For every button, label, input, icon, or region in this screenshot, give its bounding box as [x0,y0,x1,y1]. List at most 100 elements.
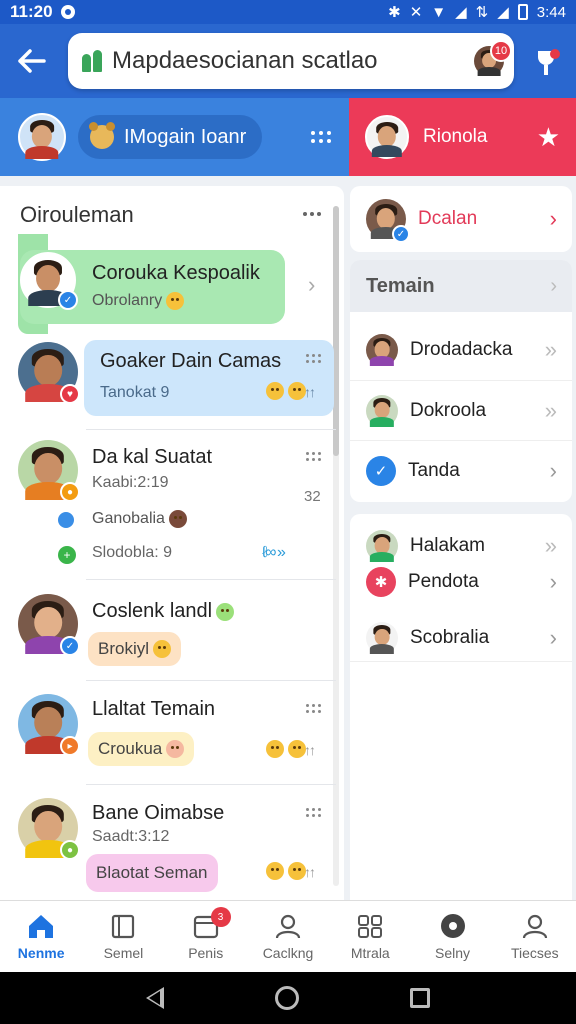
chat-count: 32 [304,488,321,505]
chevron-right-icon: › [549,457,557,483]
chat-name: Coslenk landl [92,600,235,623]
chat-bubble-icon [58,512,74,528]
bottom-navigation: Nenme Semel 3 Penis Caclkng Mtrala Selny… [0,900,576,972]
add-icon: + [58,546,76,564]
user-avatar[interactable] [18,113,66,161]
list-item[interactable]: ♥ Goaker Dain Camas Tanokat 9 ↑↑ [0,340,334,422]
search-text: Mapdaesocianan scatlao [112,47,378,74]
avatar[interactable]: ✓ [20,252,78,310]
list-item[interactable]: ● Da kal Suatat Kaabi:2:19 32 Ganobalia … [0,436,334,576]
battery-icon [517,4,528,20]
right-top-label: Dcalan [418,208,478,229]
search-bar[interactable]: Mapdaesocianan scatlao 10 [68,33,514,89]
system-back-icon[interactable] [145,987,164,1009]
double-check-icon: ↑↑ [304,864,316,880]
profile-avatar[interactable]: 10 [474,40,512,76]
status-bar: 11:20 ✱ ✕ ▼ ◢ ⇅ ◢ 3:44 [0,0,576,24]
chat-line3: Slodobla: 9 [92,544,173,561]
chevron-right-icon: › [549,569,557,594]
status-badge-icon: ● [60,840,80,860]
right-list-label: Dokroola [410,399,487,421]
right-list-item[interactable]: Scobralia › [350,614,572,662]
grid-menu-icon[interactable] [311,131,331,143]
avatar[interactable]: ▸ [18,694,80,756]
nav-semel[interactable]: Semel [82,901,164,972]
nav-home[interactable]: Nenme [0,901,82,972]
right-section-title: Temain › [350,260,572,312]
bear-icon [89,122,115,149]
chat-bubble[interactable]: Croukua [88,732,195,766]
wifi-icon: ▼ [431,3,447,21]
chat-line2: Ganobalia [92,510,187,528]
avatar [366,334,398,366]
home-icon [29,914,54,938]
chevron-right-icon[interactable]: › [308,272,315,298]
right-list-item[interactable]: Halakam » [350,526,572,566]
nav-caclkng[interactable]: Caclkng [247,901,329,972]
drag-handle-icon[interactable] [306,808,322,817]
chevron-right-icon: » [544,397,557,423]
signal-2-icon: ◢ [497,4,509,21]
star-icon[interactable]: ★ [537,122,560,153]
play-badge-icon: ▸ [60,736,80,756]
chat-bubble[interactable]: Brokiyl [88,632,182,666]
chat-list-title: Oirouleman [20,202,134,227]
chat-bubble[interactable]: Blaotat Seman [86,854,218,892]
right-list-item[interactable]: Dokroola » [350,380,572,440]
drag-handle-icon[interactable] [306,354,322,363]
group-pill-label: IMogain Ioanr [124,125,247,148]
system-recents-icon[interactable] [410,988,431,1008]
heart-badge-icon: ♥ [60,384,80,404]
chat-time: Kaabi:2:19 [92,474,169,491]
more-options-icon[interactable] [303,212,323,216]
app-logo-icon [82,50,104,72]
reaction-icons [262,862,306,880]
right-top-item[interactable]: ✓ Dcalan › [350,194,572,244]
status-icons: ✱ ✕ ▼ ◢ ⇅ ◢ 3:44 [388,3,566,22]
notification-dot-icon [60,5,75,19]
contact-avatar[interactable] [365,115,409,159]
avatar[interactable]: ● [18,440,80,502]
right-second-card: Halakam » ✱ Pendota › Scobralia › [350,514,572,900]
system-home-icon[interactable] [274,986,299,1010]
verified-badge-icon: ✓ [60,636,80,656]
nav-badge: 3 [210,907,231,927]
avatar[interactable]: ✓ [18,594,80,656]
notification-badge: 10 [490,40,512,62]
right-list-item[interactable]: ✓ Tanda › [350,440,572,500]
chat-name: Corouka Kespoalik [92,262,260,284]
back-arrow-icon[interactable] [12,41,52,81]
nav-penis[interactable]: 3 Penis [165,901,247,972]
nav-tiecses[interactable]: Tiecses [494,901,576,972]
nav-selny[interactable]: Selny [411,901,493,972]
chat-preview: Tanokat 9 [100,384,170,401]
chevron-right-icon: » [544,533,557,558]
apps-icon [358,914,383,938]
group-pill[interactable]: IMogain Ioanr [78,115,263,159]
avatar[interactable]: ♥ [18,342,80,404]
right-top-card[interactable]: ✓ Dcalan › [350,186,572,252]
record-icon [440,913,465,938]
verified-badge-icon: ✓ [392,225,410,243]
right-list-item[interactable]: ✱ Pendota › [350,562,572,602]
right-list-label: Scobralia [410,626,490,648]
list-item[interactable]: ● Bane Oimabse Saadt:3:12 Blaotat Seman … [0,792,334,892]
sub-header-left: IMogain Ioanr [0,98,349,176]
list-item[interactable]: ✓ Corouka Kespoalik Obrolanry › [0,234,334,334]
sub-header-right-label: Rionola [423,126,488,147]
list-item[interactable]: ✓ Coslenk landl Brokiyl [0,588,334,682]
drag-handle-icon[interactable] [306,704,322,713]
right-list-item[interactable]: Drodadacka » [350,320,572,380]
right-section-card: Temain › Drodadacka » Dokroola » ✓ Tanda… [350,260,572,502]
book-icon [112,914,135,938]
chat-name: Llaltat Temain [92,698,216,720]
nav-mtrala[interactable]: Mtrala [329,901,411,972]
avatar[interactable]: ● [18,798,80,860]
trophy-icon[interactable] [532,41,560,81]
list-item[interactable]: ▸ Llaltat Temain Croukua ↑↑ [0,688,334,784]
chat-name: Goaker Dain Camas [100,350,282,372]
drag-handle-icon[interactable] [306,452,322,461]
avatar [366,530,398,562]
reaction-icons [262,740,306,758]
chat-name: Da kal Suatat [92,446,213,468]
